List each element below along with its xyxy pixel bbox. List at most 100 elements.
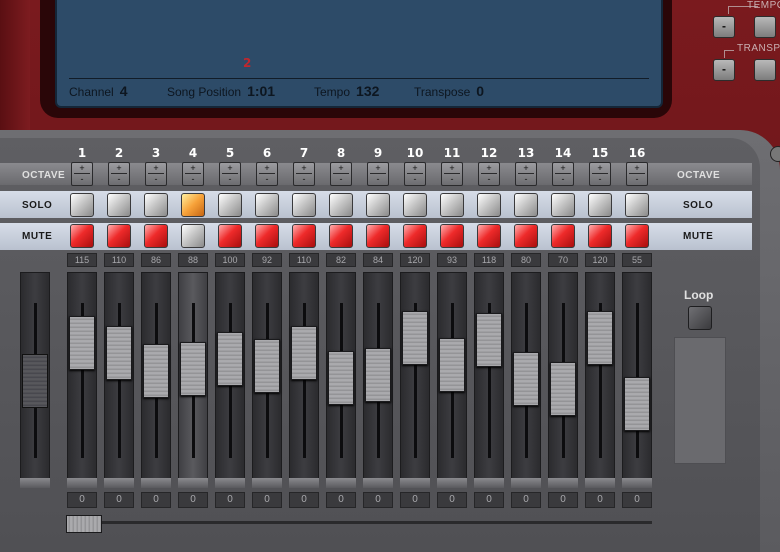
mute-button[interactable] <box>403 224 427 248</box>
pan-value[interactable]: 0 <box>585 492 615 508</box>
fader-knob[interactable] <box>291 325 317 380</box>
pan-value[interactable]: 0 <box>252 492 282 508</box>
fader-knob[interactable] <box>439 338 465 393</box>
octave-plus-button[interactable]: + <box>220 163 240 173</box>
octave-plus-button[interactable]: + <box>442 163 462 173</box>
octave-minus-button[interactable]: - <box>627 174 647 184</box>
octave-stepper[interactable]: + - <box>256 162 278 186</box>
mute-button[interactable] <box>551 224 575 248</box>
octave-plus-button[interactable]: + <box>479 163 499 173</box>
octave-minus-button[interactable]: - <box>257 174 277 184</box>
mute-button[interactable] <box>218 224 242 248</box>
pan-value[interactable]: 0 <box>548 492 578 508</box>
fader-knob[interactable] <box>550 361 576 416</box>
fader-knob[interactable] <box>328 350 354 405</box>
octave-plus-button[interactable]: + <box>553 163 573 173</box>
pan-value[interactable]: 0 <box>326 492 356 508</box>
solo-button[interactable] <box>292 193 316 217</box>
mute-button[interactable] <box>70 224 94 248</box>
mute-button[interactable] <box>366 224 390 248</box>
solo-button[interactable] <box>625 193 649 217</box>
octave-minus-button[interactable]: - <box>553 174 573 184</box>
solo-button[interactable] <box>144 193 168 217</box>
fader-knob[interactable] <box>69 315 95 370</box>
mute-button[interactable] <box>255 224 279 248</box>
octave-stepper[interactable]: + - <box>182 162 204 186</box>
fader-knob[interactable] <box>513 351 539 406</box>
channel-fader[interactable] <box>67 272 97 488</box>
fader-knob[interactable] <box>624 376 650 431</box>
pan-value[interactable]: 0 <box>622 492 652 508</box>
pan-value[interactable]: 0 <box>511 492 541 508</box>
octave-plus-button[interactable]: + <box>368 163 388 173</box>
transpose-minus-button[interactable]: - <box>713 59 735 81</box>
mute-button[interactable] <box>514 224 538 248</box>
octave-stepper[interactable]: + - <box>626 162 648 186</box>
octave-plus-button[interactable]: + <box>183 163 203 173</box>
octave-stepper[interactable]: + - <box>330 162 352 186</box>
fader-knob[interactable] <box>143 344 169 399</box>
solo-button[interactable] <box>551 193 575 217</box>
octave-plus-button[interactable]: + <box>72 163 92 173</box>
fader-knob[interactable] <box>106 325 132 380</box>
settings-icon[interactable] <box>770 146 780 162</box>
solo-button[interactable] <box>403 193 427 217</box>
pan-value[interactable]: 0 <box>178 492 208 508</box>
master-fader[interactable] <box>20 272 50 488</box>
master-fader-knob[interactable] <box>22 354 48 409</box>
channel-fader[interactable] <box>141 272 171 488</box>
octave-minus-button[interactable]: - <box>294 174 314 184</box>
octave-minus-button[interactable]: - <box>479 174 499 184</box>
fader-knob[interactable] <box>476 313 502 368</box>
octave-plus-button[interactable]: + <box>405 163 425 173</box>
octave-stepper[interactable]: + - <box>293 162 315 186</box>
octave-stepper[interactable]: + - <box>552 162 574 186</box>
octave-stepper[interactable]: + - <box>219 162 241 186</box>
channel-fader[interactable] <box>104 272 134 488</box>
mute-button[interactable] <box>588 224 612 248</box>
mute-button[interactable] <box>181 224 205 248</box>
fader-knob[interactable] <box>587 310 613 365</box>
solo-button[interactable] <box>255 193 279 217</box>
pan-value[interactable]: 0 <box>141 492 171 508</box>
octave-plus-button[interactable]: + <box>627 163 647 173</box>
mute-button[interactable] <box>107 224 131 248</box>
octave-minus-button[interactable]: - <box>516 174 536 184</box>
channel-fader[interactable] <box>178 272 208 488</box>
solo-button[interactable] <box>514 193 538 217</box>
octave-stepper[interactable]: + - <box>515 162 537 186</box>
channel-fader[interactable] <box>252 272 282 488</box>
pan-value[interactable]: 0 <box>289 492 319 508</box>
solo-button[interactable] <box>366 193 390 217</box>
mute-button[interactable] <box>292 224 316 248</box>
octave-minus-button[interactable]: - <box>331 174 351 184</box>
fader-knob[interactable] <box>365 348 391 403</box>
channel-fader[interactable] <box>363 272 393 488</box>
channel-fader[interactable] <box>622 272 652 488</box>
channel-fader[interactable] <box>326 272 356 488</box>
octave-minus-button[interactable]: - <box>442 174 462 184</box>
octave-stepper[interactable]: + - <box>478 162 500 186</box>
octave-minus-button[interactable]: - <box>590 174 610 184</box>
solo-button[interactable] <box>329 193 353 217</box>
fader-knob[interactable] <box>217 332 243 386</box>
octave-plus-button[interactable]: + <box>516 163 536 173</box>
mute-button[interactable] <box>625 224 649 248</box>
channel-fader[interactable] <box>437 272 467 488</box>
octave-plus-button[interactable]: + <box>109 163 129 173</box>
octave-plus-button[interactable]: + <box>331 163 351 173</box>
solo-button[interactable] <box>107 193 131 217</box>
channel-fader[interactable] <box>289 272 319 488</box>
mute-button[interactable] <box>440 224 464 248</box>
mute-button[interactable] <box>144 224 168 248</box>
solo-button[interactable] <box>70 193 94 217</box>
octave-minus-button[interactable]: - <box>220 174 240 184</box>
octave-stepper[interactable]: + - <box>404 162 426 186</box>
solo-button[interactable] <box>181 193 205 217</box>
mute-button[interactable] <box>477 224 501 248</box>
pan-value[interactable]: 0 <box>400 492 430 508</box>
pan-value[interactable]: 0 <box>474 492 504 508</box>
fader-knob[interactable] <box>402 310 428 365</box>
pan-value[interactable]: 0 <box>67 492 97 508</box>
octave-stepper[interactable]: + - <box>441 162 463 186</box>
